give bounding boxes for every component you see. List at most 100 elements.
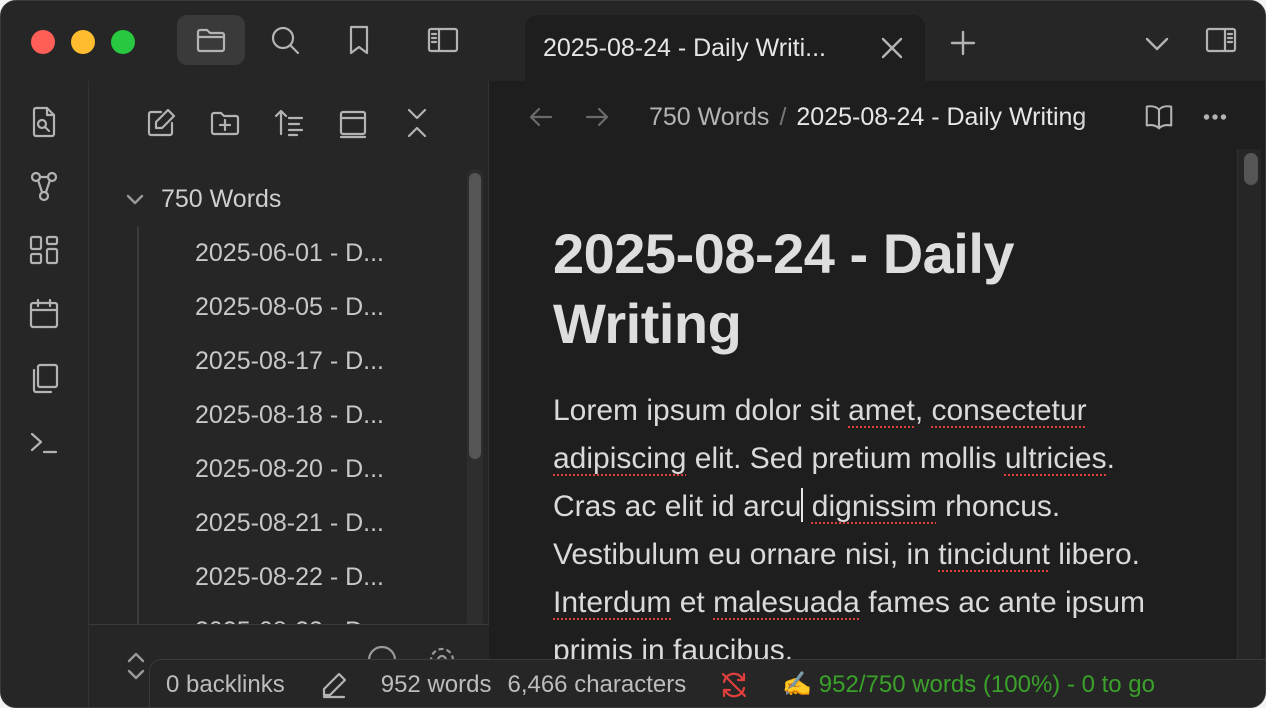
graph-view-button[interactable] [23, 165, 65, 207]
tab-active-note[interactable]: 2025-08-24 - Daily Writi... [525, 15, 925, 81]
collapse-all-icon [407, 108, 427, 138]
sidebar-scrollbar[interactable] [467, 169, 483, 629]
file-item[interactable]: 2025-06-01 - D... [195, 231, 435, 285]
arrow-left-icon [529, 107, 553, 127]
editor-pane: 750 Words / 2025-08-24 - Daily Writing 2… [489, 81, 1265, 707]
minimize-window-button[interactable] [71, 30, 95, 54]
search-button[interactable] [251, 15, 319, 65]
misspelled-word: Interdum [553, 586, 672, 619]
bookmarks-button[interactable] [325, 15, 393, 65]
tab-close-button[interactable] [875, 31, 909, 65]
templates-icon [32, 363, 59, 394]
misspelled-word: tincidunt [938, 538, 1050, 571]
status-bar: 0 backlinks 952 words 6,466 characters ✍… [149, 659, 1265, 707]
breadcrumb-fade [1079, 99, 1119, 135]
file-item[interactable]: 2025-08-17 - D... [195, 339, 435, 393]
chevron-down-icon [1145, 37, 1169, 51]
writing-goal-progress: ✍️ 952/750 words (100%) - 0 to go [782, 671, 1155, 698]
left-sidebar-toggle[interactable] [409, 15, 477, 65]
right-sidebar-icon [1205, 27, 1237, 53]
edit-mode-toggle[interactable] [319, 670, 349, 700]
right-sidebar-toggle[interactable] [1187, 15, 1255, 65]
new-note-button[interactable] [139, 101, 183, 145]
breadcrumb-parent[interactable]: 750 Words [649, 103, 769, 132]
new-folder-button[interactable] [203, 101, 247, 145]
tab-list-button[interactable] [1137, 23, 1177, 63]
misspelled-word: consectetur [931, 394, 1087, 427]
misspelled-word: malesuada [713, 586, 860, 619]
breadcrumb-separator: / [779, 102, 787, 131]
misspelled-word: amet [848, 394, 915, 427]
quick-switcher-button[interactable] [23, 101, 65, 143]
file-item[interactable]: 2025-08-20 - D... [195, 447, 435, 501]
body-text: et [671, 586, 714, 619]
new-note-icon [147, 108, 176, 137]
file-explorer-button[interactable] [177, 15, 245, 65]
file-explorer-sidebar: 750 Words 2025-06-01 - D... 2025-08-05 -… [89, 81, 489, 707]
misspelled-word: ultricies [1004, 442, 1107, 475]
zoom-window-button[interactable] [111, 30, 135, 54]
title-bar: 2025-08-24 - Daily Writi... [1, 1, 1265, 81]
forward-button[interactable] [577, 97, 617, 137]
body-text: Lorem ipsum dolor sit [553, 394, 849, 427]
note-title[interactable]: 2025-08-24 - Daily Writing [553, 219, 1153, 359]
sort-icon [274, 109, 304, 137]
daily-note-button[interactable] [23, 293, 65, 335]
breadcrumb: 750 Words / 2025-08-24 - Daily Writing [649, 99, 1119, 135]
view-mode-icon [339, 110, 367, 139]
folder-label: 750 Words [161, 184, 282, 213]
file-item[interactable]: 2025-08-21 - D... [195, 501, 435, 555]
sync-status[interactable] [718, 669, 750, 701]
left-ribbon [1, 81, 89, 707]
chevron-down-icon [126, 194, 144, 205]
back-button[interactable] [521, 97, 561, 137]
misspelled-word: adipiscing [553, 442, 687, 475]
character-count: 6,466 characters [507, 670, 687, 698]
body-text: elit. Sed pretium mollis [686, 442, 1005, 475]
close-icon [881, 37, 903, 59]
daily-note-icon [29, 298, 59, 329]
note-body[interactable]: Lorem ipsum dolor sit amet, consectetur … [553, 387, 1173, 675]
editor-scrollbar-thumb[interactable] [1244, 153, 1258, 185]
app-window: 2025-08-24 - Daily Writi... 750 Words 20… [0, 0, 1266, 708]
plus-icon [950, 30, 976, 56]
word-count: 952 words [380, 670, 492, 698]
file-item[interactable]: 2025-08-18 - D... [195, 393, 435, 447]
pencil-icon [322, 672, 346, 698]
templates-button[interactable] [23, 357, 65, 399]
body-text [803, 490, 811, 523]
search-icon [271, 26, 300, 55]
sidebar-toggle-icon [427, 27, 459, 53]
quick-switcher-icon [32, 106, 56, 138]
file-item[interactable]: 2025-08-05 - D... [195, 285, 435, 339]
breadcrumb-current[interactable]: 2025-08-24 - Daily Writing [796, 103, 1086, 132]
tree-indent-guide [137, 227, 139, 627]
graph-view-icon [30, 171, 58, 202]
change-view-button[interactable] [331, 101, 375, 145]
arrow-right-icon [585, 107, 609, 127]
new-folder-icon [210, 111, 240, 136]
body-text: libero. [1049, 538, 1141, 571]
canvas-button[interactable] [23, 229, 65, 271]
sidebar-scrollbar-thumb[interactable] [469, 173, 481, 459]
command-palette-icon [30, 432, 58, 454]
book-open-icon [1145, 105, 1173, 130]
misspelled-word: dignissim [811, 490, 937, 523]
editor-scrollbar[interactable] [1237, 149, 1261, 707]
file-list: 2025-06-01 - D... 2025-08-05 - D... 2025… [195, 231, 435, 631]
new-tab-button[interactable] [943, 23, 983, 63]
more-horizontal-icon [1203, 114, 1227, 120]
file-item[interactable]: 2025-08-22 - D... [195, 555, 435, 609]
sync-error-icon [722, 672, 747, 697]
folder-icon [196, 28, 226, 53]
more-options-button[interactable] [1193, 97, 1237, 137]
reading-view-button[interactable] [1137, 97, 1181, 137]
backlinks-count[interactable]: 0 backlinks [166, 671, 285, 699]
command-palette-button[interactable] [23, 421, 65, 463]
bookmark-icon [349, 25, 369, 55]
collapse-all-button[interactable] [395, 101, 439, 145]
close-window-button[interactable] [31, 30, 55, 54]
folder-750-words[interactable]: 750 Words [123, 181, 281, 217]
sort-button[interactable] [267, 101, 311, 145]
vault-switch-icon[interactable] [125, 651, 147, 681]
